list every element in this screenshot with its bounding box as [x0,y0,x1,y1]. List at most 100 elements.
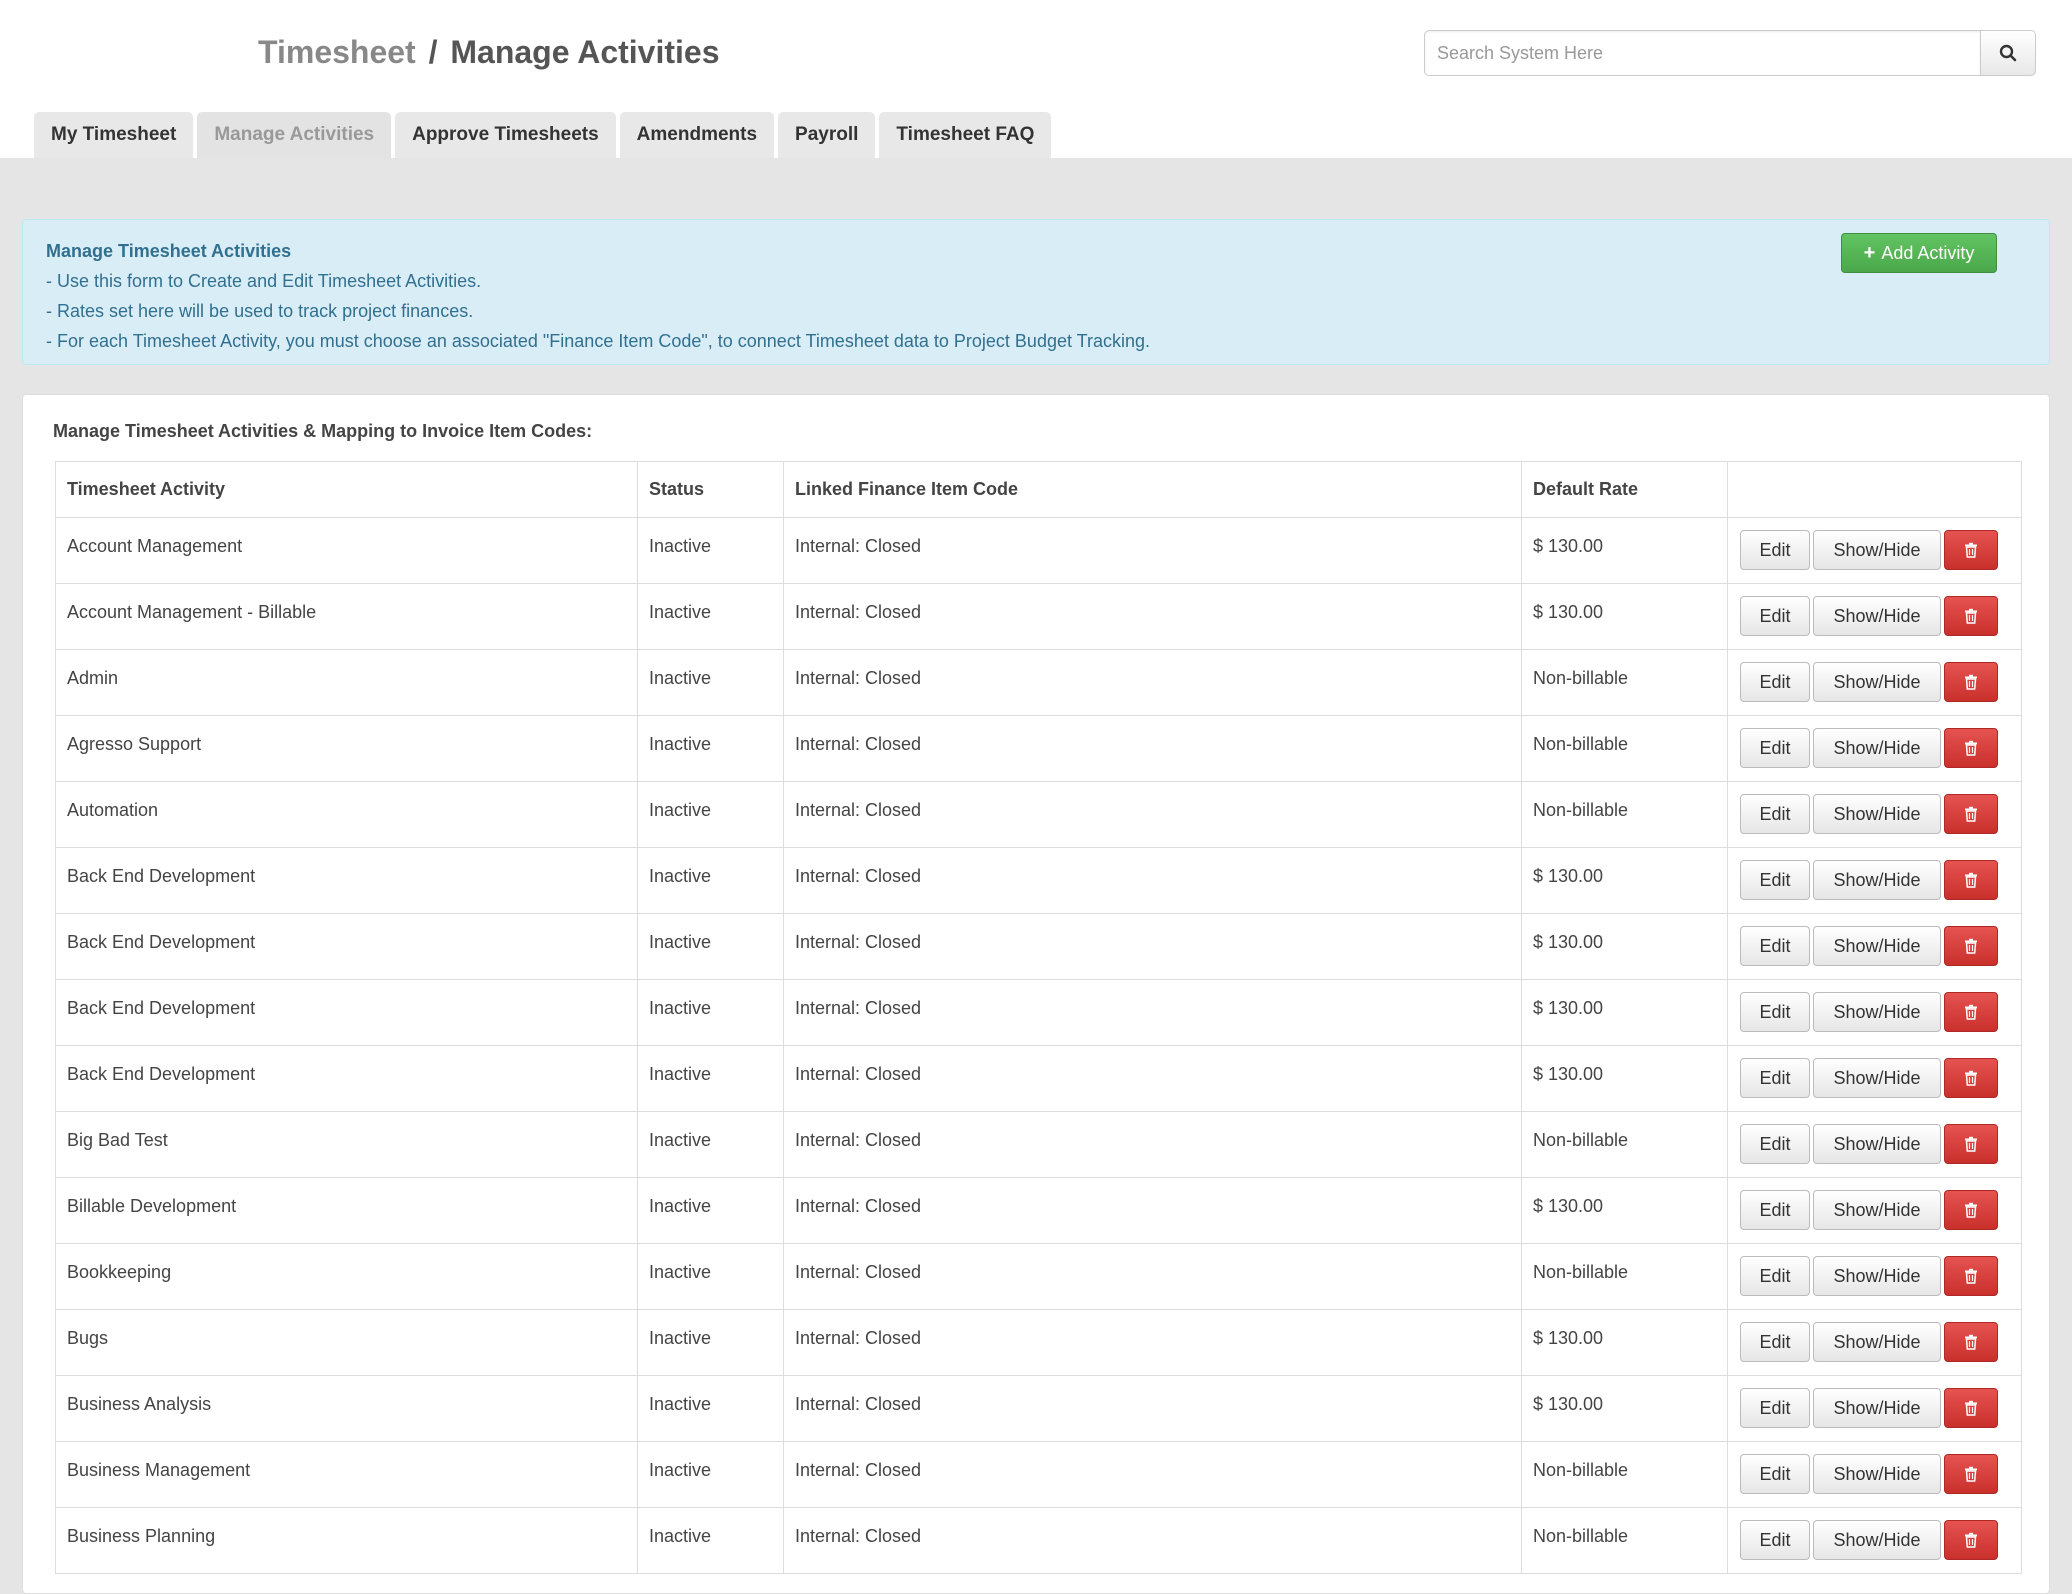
trash-icon [1965,740,1977,756]
cell-status: Inactive [637,1177,784,1244]
cell-activity: Billable Development [55,1177,638,1244]
edit-button[interactable]: Edit [1740,926,1810,966]
show-hide-button[interactable]: Show/Hide [1813,1058,1941,1098]
edit-button[interactable]: Edit [1740,794,1810,834]
show-hide-button[interactable]: Show/Hide [1813,1124,1941,1164]
activities-table: Timesheet Activity Status Linked Finance… [55,461,2022,1574]
show-hide-button[interactable]: Show/Hide [1813,1388,1941,1428]
search-button[interactable] [1980,30,2036,76]
cell-actions: Edit Show/Hide [1727,847,2022,914]
delete-button[interactable] [1944,1454,1998,1494]
panel-heading: Manage Timesheet Activities & Mapping to… [53,421,593,441]
delete-button[interactable] [1944,794,1998,834]
tab-timesheet-faq[interactable]: Timesheet FAQ [879,112,1052,158]
delete-button[interactable] [1944,662,1998,702]
delete-button[interactable] [1944,860,1998,900]
table-row: Admin Inactive Internal: Closed Non-billabl… [55,649,2022,716]
trash-icon [1965,1004,1977,1020]
search-icon [1999,44,2017,62]
show-hide-button[interactable]: Show/Hide [1813,530,1941,570]
edit-button[interactable]: Edit [1740,1058,1810,1098]
edit-button[interactable]: Edit [1740,662,1810,702]
tab-approve-timesheets[interactable]: Approve Timesheets [395,112,616,158]
header-activity: Timesheet Activity [55,461,638,518]
cell-status: Inactive [637,649,784,716]
tab-my-timesheet[interactable]: My Timesheet [34,112,194,158]
cell-status: Inactive [637,979,784,1046]
delete-button[interactable] [1944,1256,1998,1296]
plus-icon: + [1863,242,1876,264]
trash-icon [1965,1070,1977,1086]
header-actions [1727,461,2022,518]
cell-actions: Edit Show/Hide [1727,1441,2022,1508]
cell-status: Inactive [637,583,784,650]
delete-button[interactable] [1944,1124,1998,1164]
show-hide-button[interactable]: Show/Hide [1813,992,1941,1032]
cell-finance-code: Internal: Closed [783,1177,1522,1244]
cell-status: Inactive [637,517,784,584]
cell-status: Inactive [637,715,784,782]
edit-button[interactable]: Edit [1740,596,1810,636]
show-hide-button[interactable]: Show/Hide [1813,662,1941,702]
trash-icon [1965,938,1977,954]
edit-button[interactable]: Edit [1740,728,1810,768]
show-hide-button[interactable]: Show/Hide [1813,1454,1941,1494]
edit-button[interactable]: Edit [1740,530,1810,570]
delete-button[interactable] [1944,530,1998,570]
delete-button[interactable] [1944,1190,1998,1230]
table-row: Big Bad Test Inactive Internal: Closed Non-… [55,1111,2022,1178]
tab-amendments[interactable]: Amendments [619,112,775,158]
delete-button[interactable] [1944,1388,1998,1428]
table-row: Account Management - Billable Inactive Int… [55,583,2022,650]
show-hide-button[interactable]: Show/Hide [1813,1190,1941,1230]
delete-button[interactable] [1944,728,1998,768]
cell-default-rate: Non-billable [1521,1111,1728,1178]
cell-finance-code: Internal: Closed [783,1309,1522,1376]
show-hide-button[interactable]: Show/Hide [1813,596,1941,636]
cell-actions: Edit Show/Hide [1727,1045,2022,1112]
cell-activity: Automation [55,781,638,848]
delete-button[interactable] [1944,926,1998,966]
table-row: Billable Development Inactive Internal: Cl… [55,1177,2022,1244]
tab-manage-activities[interactable]: Manage Activities [197,112,392,158]
edit-button[interactable]: Edit [1740,860,1810,900]
edit-button[interactable]: Edit [1740,1124,1810,1164]
trash-icon [1965,806,1977,822]
add-activity-button[interactable]: + Add Activity [1841,233,1997,273]
edit-button[interactable]: Edit [1740,1190,1810,1230]
show-hide-button[interactable]: Show/Hide [1813,1322,1941,1362]
show-hide-button[interactable]: Show/Hide [1813,860,1941,900]
cell-finance-code: Internal: Closed [783,1375,1522,1442]
edit-button[interactable]: Edit [1740,1520,1810,1560]
cell-finance-code: Internal: Closed [783,1111,1522,1178]
edit-button[interactable]: Edit [1740,1322,1810,1362]
show-hide-button[interactable]: Show/Hide [1813,1520,1941,1560]
edit-button[interactable]: Edit [1740,1454,1810,1494]
breadcrumb-timesheet[interactable]: Timesheet [258,34,416,70]
cell-finance-code: Internal: Closed [783,781,1522,848]
edit-button[interactable]: Edit [1740,1388,1810,1428]
show-hide-button[interactable]: Show/Hide [1813,926,1941,966]
delete-button[interactable] [1944,596,1998,636]
cell-status: Inactive [637,913,784,980]
search-bar [1424,30,2036,76]
trash-icon [1965,1136,1977,1152]
delete-button[interactable] [1944,992,1998,1032]
delete-button[interactable] [1944,1322,1998,1362]
cell-default-rate: Non-billable [1521,649,1728,716]
table-row: Bugs Inactive Internal: Closed $ 130.00 Edit… [55,1309,2022,1376]
delete-button[interactable] [1944,1058,1998,1098]
search-input[interactable] [1424,30,1980,76]
delete-button[interactable] [1944,1520,1998,1560]
cell-finance-code: Internal: Closed [783,847,1522,914]
cell-finance-code: Internal: Closed [783,517,1522,584]
tab-payroll[interactable]: Payroll [778,112,876,158]
show-hide-button[interactable]: Show/Hide [1813,728,1941,768]
show-hide-button[interactable]: Show/Hide [1813,794,1941,834]
edit-button[interactable]: Edit [1740,1256,1810,1296]
cell-finance-code: Internal: Closed [783,1045,1522,1112]
cell-status: Inactive [637,1243,784,1310]
cell-default-rate: Non-billable [1521,715,1728,782]
edit-button[interactable]: Edit [1740,992,1810,1032]
show-hide-button[interactable]: Show/Hide [1813,1256,1941,1296]
